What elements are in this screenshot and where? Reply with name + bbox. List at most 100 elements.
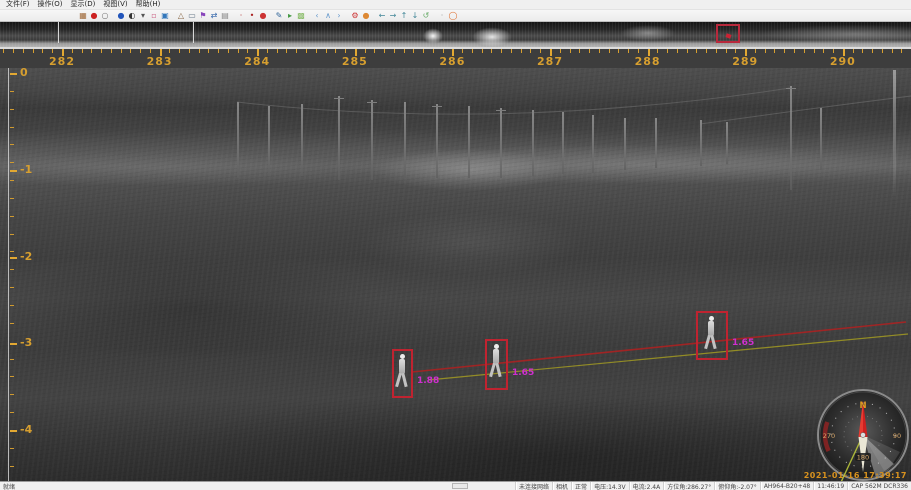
- toolbar-arrow-left-icon[interactable]: ←: [377, 11, 387, 21]
- elevation-minor-tick: [10, 376, 14, 377]
- status-device: AH964-B20+48: [760, 482, 813, 490]
- toolbar-grid-green-icon[interactable]: ▩: [296, 11, 306, 21]
- utility-pole: [301, 104, 303, 176]
- toolbar-arrow-up-icon[interactable]: ↑: [399, 11, 409, 21]
- elevation-minor-tick: [10, 323, 14, 324]
- toolbar: ▦●○●◐▾▫▣△▭⚑⇄▤·•●✎▸▩‹∧›⚙●←→↑↓↺·◯: [0, 10, 911, 22]
- main-thermal-view[interactable]: 0-1-2-3-4 1.881.651.65: [0, 68, 911, 481]
- azimuth-minor-tick: [696, 49, 697, 53]
- elevation-minor-tick: [10, 448, 14, 449]
- status-grip[interactable]: [452, 483, 468, 489]
- toolbar-snapshot-icon[interactable]: ▭: [187, 11, 197, 21]
- toolbar-ball-icon[interactable]: ●: [361, 11, 371, 21]
- utility-pole: [790, 86, 792, 190]
- toolbar-flag-icon[interactable]: ⚑: [198, 11, 208, 21]
- menu-item-operate[interactable]: 操作(O): [34, 0, 67, 9]
- azimuth-minor-tick: [404, 49, 405, 53]
- toolbar-stop-icon[interactable]: ○: [100, 11, 110, 21]
- menu-item-view[interactable]: 视图(V): [99, 0, 131, 9]
- toolbar-caret-down-icon[interactable]: ▾: [138, 11, 148, 21]
- detection-box[interactable]: [392, 349, 413, 398]
- toolbar-reset-icon[interactable]: ↺: [421, 11, 431, 21]
- pole-crossarm: [432, 106, 442, 107]
- elevation-minor-tick: [10, 466, 14, 467]
- detection-label: 1.65: [512, 368, 534, 378]
- azimuth-label: 282: [49, 55, 75, 68]
- status-current: 电流:2.4A: [629, 482, 664, 490]
- compass-hub: [861, 433, 866, 438]
- toolbar-layers-icon[interactable]: ▣: [160, 11, 170, 21]
- azimuth-minor-tick: [530, 49, 531, 53]
- toolbar-swap-icon[interactable]: ⇄: [209, 11, 219, 21]
- toolbar-point-large-icon[interactable]: ●: [258, 11, 268, 21]
- elevation-minor-tick: [10, 412, 14, 413]
- elevation-label: 0: [20, 68, 28, 79]
- toolbar-contrast-icon[interactable]: ◐: [127, 11, 137, 21]
- toolbar-next-icon[interactable]: ›: [334, 11, 344, 21]
- toolbar-zone-icon[interactable]: △: [176, 11, 186, 21]
- azimuth-minor-tick: [267, 49, 268, 53]
- elevation-label: -2: [20, 250, 32, 263]
- azimuth-label: 286: [439, 55, 465, 68]
- azimuth-minor-tick: [804, 49, 805, 53]
- azimuth-minor-tick: [247, 49, 248, 53]
- detection-box[interactable]: [485, 339, 508, 390]
- status-azimuth: 方位角:286.27°: [663, 482, 714, 490]
- toolbar-report-icon[interactable]: ▤: [220, 11, 230, 21]
- utility-pole: [268, 106, 270, 176]
- power-wire: [237, 88, 790, 114]
- toolbar-sphere-icon[interactable]: ●: [116, 11, 126, 21]
- toolbar-brightness-icon[interactable]: ▫: [149, 11, 159, 21]
- pole-crossarm: [334, 98, 344, 99]
- menu-item-file[interactable]: 文件(F): [2, 0, 34, 9]
- utility-pole: [726, 122, 728, 164]
- azimuth-minor-tick: [609, 49, 610, 53]
- azimuth-label: 287: [537, 55, 563, 68]
- toolbar-prev-icon[interactable]: ‹: [312, 11, 322, 21]
- elevation-minor-tick: [10, 91, 14, 92]
- azimuth-minor-tick: [570, 49, 571, 53]
- menu-item-help[interactable]: 帮助(H): [132, 0, 165, 9]
- azimuth-minor-tick: [862, 49, 863, 53]
- toolbar-run-icon[interactable]: ▸: [285, 11, 295, 21]
- utility-pole: [562, 112, 564, 174]
- azimuth-minor-tick: [423, 49, 424, 53]
- toolbar-record-icon[interactable]: ●: [89, 11, 99, 21]
- toolbar-arrow-down-icon[interactable]: ↓: [410, 11, 420, 21]
- toolbar-point-medium-icon[interactable]: •: [247, 11, 257, 21]
- toolbar-edit-icon[interactable]: ✎: [274, 11, 284, 21]
- elevation-minor-tick: [10, 394, 14, 395]
- azimuth-minor-tick: [23, 49, 24, 53]
- azimuth-minor-tick: [794, 49, 795, 53]
- panorama-strip[interactable]: [0, 22, 911, 47]
- azimuth-minor-tick: [82, 49, 83, 53]
- azimuth-minor-tick: [901, 49, 902, 53]
- azimuth-minor-tick: [365, 49, 366, 53]
- azimuth-minor-tick: [277, 49, 278, 53]
- toolbar-point-small-icon[interactable]: ·: [236, 11, 246, 21]
- azimuth-minor-tick: [540, 49, 541, 53]
- elevation-minor-tick: [10, 144, 14, 145]
- toolbar-arrow-right-icon[interactable]: →: [388, 11, 398, 21]
- toolbar-gear-icon[interactable]: ⚙: [350, 11, 360, 21]
- elevation-minor-tick: [10, 269, 14, 270]
- person-body: [399, 359, 405, 374]
- menu-item-display[interactable]: 显示(D): [66, 0, 99, 9]
- toolbar-target-grid-icon[interactable]: ▦: [78, 11, 88, 21]
- azimuth-minor-tick: [628, 49, 629, 53]
- azimuth-ruler[interactable]: 282283284285286287288289290: [0, 47, 911, 68]
- elevation-ruler-line: [8, 68, 9, 481]
- status-state: 正常: [571, 482, 590, 490]
- toolbar-power-icon[interactable]: ◯: [448, 11, 458, 21]
- azimuth-minor-tick: [13, 49, 14, 53]
- toolbar-dot-gray-icon[interactable]: ·: [437, 11, 447, 21]
- azimuth-label: 284: [244, 55, 270, 68]
- azimuth-label: 285: [342, 55, 368, 68]
- detection-box[interactable]: [696, 311, 728, 360]
- toolbar-up-icon[interactable]: ∧: [323, 11, 333, 21]
- azimuth-minor-tick: [296, 49, 297, 53]
- panorama-detection-box[interactable]: [716, 24, 740, 43]
- utility-pole: [655, 118, 657, 168]
- azimuth-minor-tick: [853, 49, 854, 53]
- azimuth-label: 289: [732, 55, 758, 68]
